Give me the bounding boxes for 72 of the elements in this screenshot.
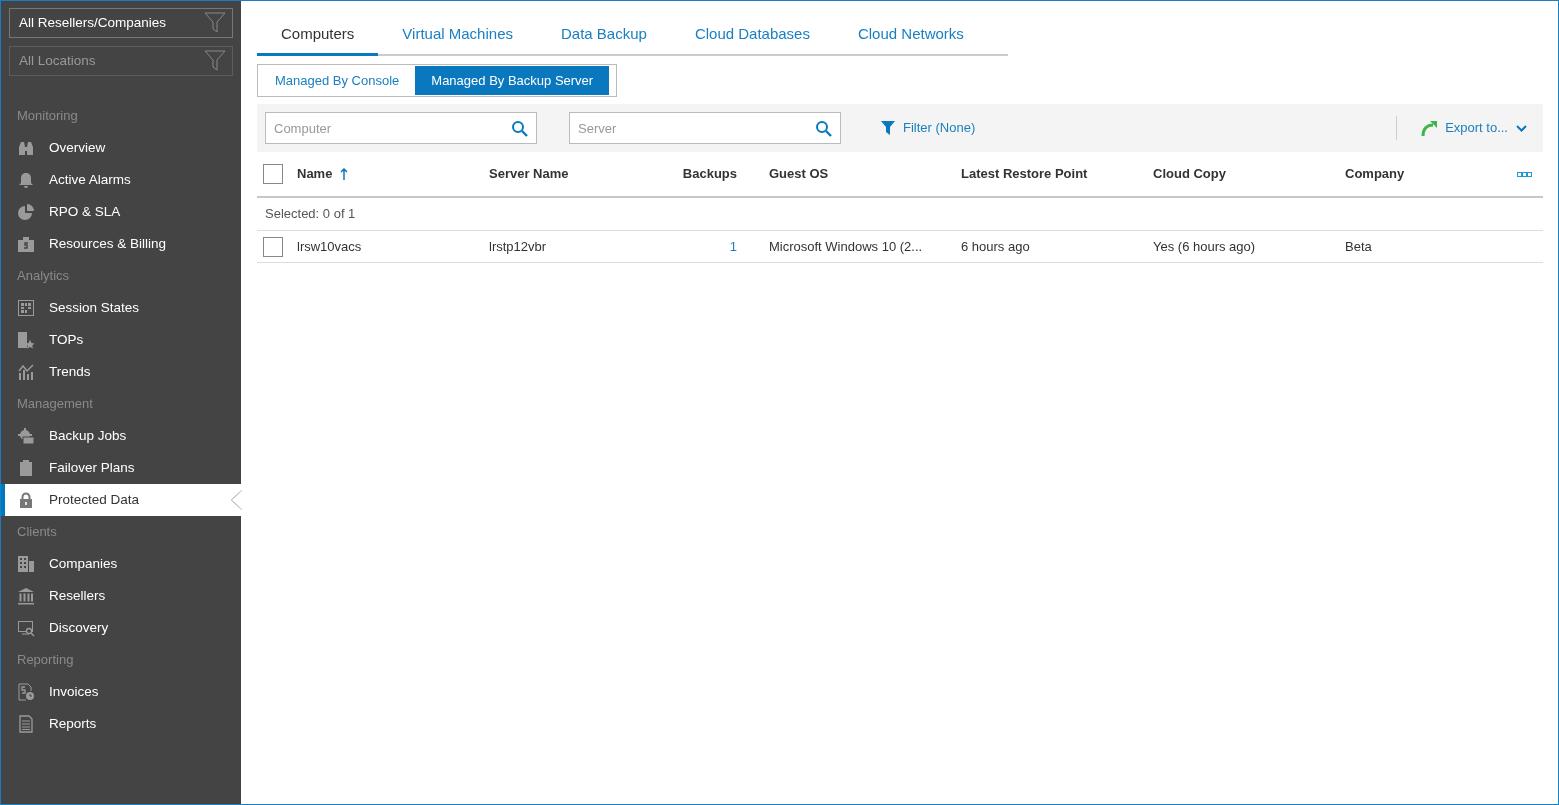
monitor-search-icon — [17, 619, 35, 637]
chevron-down-icon — [1516, 124, 1527, 132]
grid-icon — [17, 299, 35, 317]
column-header[interactable]: Cloud Copy — [1153, 164, 1226, 184]
document-icon — [17, 715, 35, 733]
sidebar-item[interactable]: Active Alarms — [1, 164, 241, 196]
sidebar-item[interactable]: Discovery — [1, 612, 241, 644]
search-field[interactable]: Server — [569, 112, 841, 144]
section-header: Management — [16, 395, 94, 414]
sidebar-item[interactable]: Resources & Billing — [1, 228, 241, 260]
filter-dropdown[interactable]: All Resellers/Companies — [9, 8, 233, 38]
funnel-icon — [881, 121, 895, 135]
section-header: Clients — [16, 523, 58, 542]
column-options-icon[interactable] — [1516, 172, 1532, 178]
section-header: Monitoring — [16, 107, 79, 126]
clipboard-icon — [17, 459, 35, 477]
notch-icon — [230, 490, 242, 510]
checkbox[interactable] — [263, 164, 283, 184]
table-cell: lrstp12vbr — [489, 238, 547, 254]
search-icon — [511, 120, 528, 137]
lock-icon — [17, 491, 35, 509]
dollar-bag-icon — [17, 235, 35, 253]
sidebar-item[interactable]: Trends — [1, 356, 241, 388]
invoice-icon — [17, 683, 35, 701]
binoculars-icon — [17, 139, 35, 157]
section-header: Analytics — [16, 267, 71, 286]
tab[interactable]: Cloud Databases — [670, 15, 834, 56]
column-header[interactable]: Name — [297, 164, 349, 184]
segment-button[interactable]: Managed By Backup Server — [415, 65, 610, 95]
search-icon — [815, 120, 832, 137]
section-header: Reporting — [16, 651, 75, 670]
export-button[interactable]: Export to... — [1421, 118, 1527, 138]
funnel-icon — [204, 50, 226, 72]
sidebar-item[interactable]: Session States — [1, 292, 241, 324]
sidebar-item[interactable]: Overview — [1, 132, 241, 164]
arrow-icon — [1421, 120, 1438, 136]
pie-chart-icon — [17, 203, 35, 221]
column-header[interactable]: Company — [1345, 164, 1405, 184]
table-cell: Yes (6 hours ago) — [1153, 238, 1256, 254]
bell-icon — [17, 171, 35, 189]
column-header[interactable]: Latest Restore Point — [961, 164, 1088, 184]
sidebar-item[interactable]: Companies — [1, 548, 241, 580]
sort-arrow-icon — [340, 167, 349, 181]
building-icon — [17, 555, 35, 573]
table-cell: Beta — [1345, 238, 1372, 254]
column-header[interactable]: Server Name — [489, 164, 569, 184]
table-link[interactable]: 1 — [729, 238, 737, 254]
tab[interactable]: Cloud Networks — [833, 15, 988, 56]
sidebar-item[interactable]: Resellers — [1, 580, 241, 612]
column-header[interactable]: Guest OS — [769, 164, 829, 184]
sidebar-item[interactable]: Protected Data — [1, 484, 241, 516]
search-field[interactable]: Computer — [265, 112, 537, 144]
sidebar-item[interactable]: Reports — [1, 708, 241, 740]
sidebar-item[interactable]: RPO & SLA — [1, 196, 241, 228]
tab[interactable]: Data Backup — [537, 15, 671, 56]
tab[interactable]: Computers — [257, 15, 379, 56]
funnel-icon — [204, 12, 226, 34]
sidebar-item[interactable]: Invoices — [1, 676, 241, 708]
table-cell: lrsw10vacs — [297, 238, 362, 254]
sidebar-item[interactable]: Failover Plans — [1, 452, 241, 484]
bank-icon — [17, 587, 35, 605]
sidebar-item[interactable]: TOPs — [1, 324, 241, 356]
checkbox[interactable] — [263, 236, 283, 257]
building-star-icon — [17, 331, 35, 349]
tab[interactable]: Virtual Machines — [378, 15, 537, 56]
table-cell: 6 hours ago — [961, 238, 1030, 254]
filter-button[interactable]: Filter (None) — [881, 118, 976, 138]
chart-icon — [17, 363, 35, 381]
table-cell: Microsoft Windows 10 (2... — [769, 238, 923, 254]
column-header[interactable]: Backups — [682, 164, 737, 184]
sidebar-item[interactable]: Backup Jobs — [1, 420, 241, 452]
selection-count: Selected: 0 of 1 — [265, 205, 356, 224]
